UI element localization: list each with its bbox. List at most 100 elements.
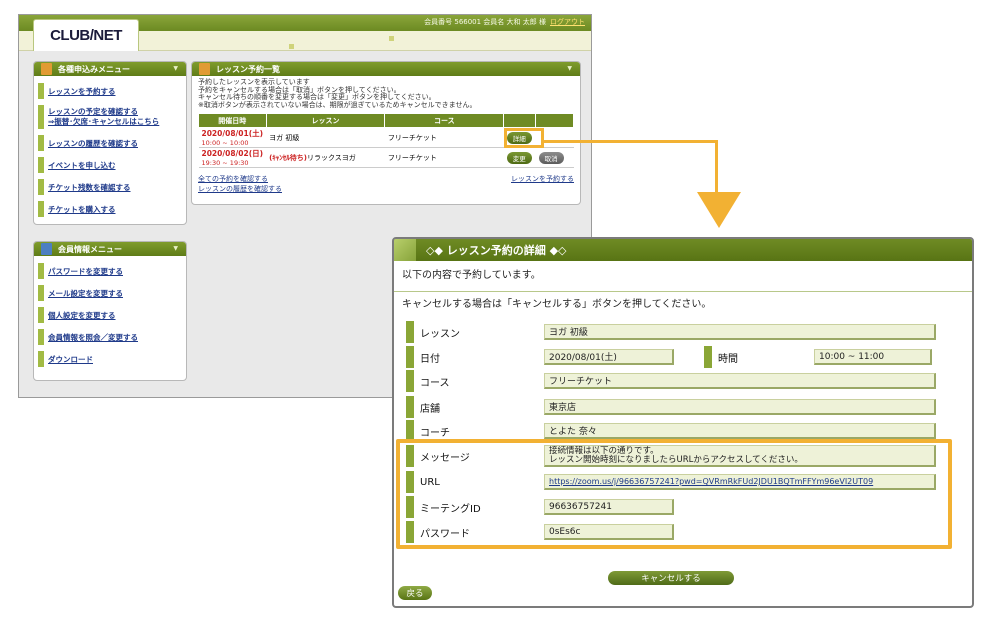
reserve-lesson-link[interactable]: レッスンを予約する <box>511 174 574 184</box>
decor-square <box>389 36 394 41</box>
field-label: URL <box>406 471 544 493</box>
password-value: 0sEs6c <box>544 524 674 540</box>
action-cell: 変更 <box>503 147 536 168</box>
field-label: 店舗 <box>406 396 544 418</box>
action-cell: 取消 <box>535 147 574 168</box>
menu-item-mail-settings[interactable]: メール設定を変更する <box>34 282 186 304</box>
course-value: フリーチケット <box>384 127 504 148</box>
menu-item-member-info[interactable]: 会員情報を照会／変更する <box>34 326 186 348</box>
field-row-date: 日付 2020/08/01(土) 時間 10:00 ~ 11:00 <box>406 346 932 368</box>
member-menu-panel: 会員情報メニュー ▼ パスワードを変更する メール設定を変更する 個人設定を変更… <box>33 241 187 381</box>
view-all-reservations-link[interactable]: 全ての予約を確認する <box>198 174 282 184</box>
menu-item-ticket-balance[interactable]: チケット残数を確認する <box>34 176 186 198</box>
date-value: 2020/08/01(土) <box>544 349 674 365</box>
menu-item-download[interactable]: ダウンロード <box>34 348 186 370</box>
menu-item-lesson-history[interactable]: レッスンの履歴を確認する <box>34 132 186 154</box>
apply-menu-panel: 各種申込みメニュー ▼ レッスンを予約する レッスンの予定を確認する ⇒振替･欠席… <box>33 61 187 225</box>
member-menu-title: 会員情報メニュー <box>58 244 122 254</box>
column-header-course: コース <box>384 113 505 128</box>
field-row-url: URL https://zoom.us/j/96636757241?pwd=QV… <box>406 471 936 493</box>
message-line: レッスン開始時刻になりましたらURLからアクセスしてください。 <box>549 454 803 465</box>
course-value: フリーチケット <box>544 373 936 389</box>
menu-item-line: ⇒振替･欠席･キャンセルはこちら <box>48 117 160 126</box>
back-button[interactable]: 戻る <box>398 586 432 600</box>
reservation-list-header: レッスン予約一覧 ▼ <box>192 62 580 76</box>
chevron-down-icon[interactable]: ▼ <box>173 245 178 252</box>
lesson-history-link[interactable]: レッスンの履歴を確認する <box>198 184 282 194</box>
arrow-down-icon <box>697 192 741 228</box>
date-cell: 2020/08/02(日) 19:30 ~ 19:30 <box>198 147 267 168</box>
course-value: フリーチケット <box>384 147 504 168</box>
time-value: 10:00 ~ 10:00 <box>201 139 249 147</box>
chevron-down-icon[interactable]: ▼ <box>173 65 178 72</box>
menu-book-icon <box>199 63 210 75</box>
menu-item-apply-event[interactable]: イベントを申し込む <box>34 154 186 176</box>
menu-item-line: レッスンの予定を確認する <box>48 107 138 116</box>
time-value: 10:00 ~ 11:00 <box>814 349 932 365</box>
field-label: レッスン <box>406 321 544 343</box>
detail-button-highlight <box>504 128 544 148</box>
menu-book-icon <box>41 63 52 75</box>
field-label: コース <box>406 370 544 392</box>
monitor-icon <box>41 243 52 255</box>
lesson-value: ヨガ 初級 <box>544 324 936 340</box>
date-value: 2020/08/01(土) <box>201 129 264 138</box>
lesson-value: リラックスヨガ <box>307 153 356 162</box>
reservation-list-title: レッスン予約一覧 <box>216 64 280 74</box>
cancel-reservation-button[interactable]: 取消 <box>538 151 564 164</box>
callout-connector <box>715 140 718 194</box>
field-label: 日付 <box>406 346 544 368</box>
menu-item-personal-settings[interactable]: 個人設定を変更する <box>34 304 186 326</box>
field-label: パスワード <box>406 521 544 543</box>
reservation-links: 全ての予約を確認する レッスンの履歴を確認する <box>198 174 282 194</box>
field-row-message: メッセージ 接続情報は以下の通りです。 レッスン開始時刻になりましたらURLからア… <box>406 445 936 467</box>
field-label: 時間 <box>704 346 814 368</box>
decor-square <box>289 44 294 49</box>
lesson-cell: (ｷｬﾝｾﾙ待ち)リラックスヨガ <box>266 147 385 168</box>
change-button[interactable]: 変更 <box>506 151 532 164</box>
menu-item-check-schedule[interactable]: レッスンの予定を確認する ⇒振替･欠席･キャンセルはこちら <box>34 102 186 132</box>
meeting-id-value: 96636757241 <box>544 499 674 515</box>
field-row-password: パスワード 0sEs6c <box>406 521 674 543</box>
field-label: メッセージ <box>406 445 544 467</box>
field-row-course: コース フリーチケット <box>406 370 936 392</box>
menu-item-reserve-lesson[interactable]: レッスンを予約する <box>34 80 186 102</box>
apply-menu-header: 各種申込みメニュー ▼ <box>34 62 186 76</box>
coach-value: とよた 奈々 <box>544 423 936 439</box>
logout-link[interactable]: ログアウト <box>550 18 585 26</box>
chevron-down-icon[interactable]: ▼ <box>567 65 572 72</box>
detail-header: ◇◆ レッスン予約の詳細 ◆◇ <box>394 239 972 261</box>
message-value: 接続情報は以下の通りです。 レッスン開始時刻になりましたらURLからアクセスしてく… <box>544 445 936 467</box>
field-label: ミーテングID <box>406 496 544 518</box>
column-header-empty <box>535 113 574 128</box>
time-value: 19:30 ~ 19:30 <box>201 159 249 167</box>
lesson-value: ヨガ 初級 <box>269 133 300 142</box>
table-header-row: 開催日時 レッスン コース <box>198 113 574 128</box>
member-info: 会員番号 566001 会員名 大和 太郎 様ログアウト <box>424 17 585 27</box>
intro-line: ※取消ボタンが表示されていない場合は、期限が過ぎているためキャンセルできません。 <box>198 100 477 109</box>
store-value: 東京店 <box>544 399 936 415</box>
member-info-text: 会員番号 566001 会員名 大和 太郎 様 <box>424 18 546 26</box>
cancel-button[interactable]: キャンセルする <box>608 571 734 585</box>
field-row-meeting-id: ミーテングID 96636757241 <box>406 496 674 518</box>
callout-connector <box>544 140 718 143</box>
date-value: 2020/08/02(日) <box>201 149 264 158</box>
lesson-cell: ヨガ 初級 <box>266 127 385 148</box>
apply-menu-title: 各種申込みメニュー <box>58 64 130 74</box>
zoom-url-link[interactable]: https://zoom.us/j/96636757241?pwd=QVRmRk… <box>544 474 936 490</box>
table-row: 2020/08/02(日) 19:30 ~ 19:30 (ｷｬﾝｾﾙ待ち)リラック… <box>198 147 574 168</box>
menu-item-change-password[interactable]: パスワードを変更する <box>34 260 186 282</box>
column-header-empty <box>503 113 537 128</box>
column-header-date: 開催日時 <box>198 113 267 128</box>
clubnet-logo[interactable]: CLUB/NET <box>33 19 139 51</box>
menu-item-buy-ticket[interactable]: チケットを購入する <box>34 198 186 220</box>
field-row-lesson: レッスン ヨガ 初級 <box>406 321 936 343</box>
column-header-lesson: レッスン <box>265 113 386 128</box>
member-menu-header: 会員情報メニュー ▼ <box>34 242 186 256</box>
detail-cancel-hint: キャンセルする場合は「キャンセルする」ボタンを押してください。 <box>394 291 972 313</box>
detail-intro: 以下の内容で予約しています。 <box>402 269 541 281</box>
reservation-intro: 予約したレッスンを表示しています 予約をキャンセルする場合は「取消」ボタンを押し… <box>192 76 580 111</box>
date-cell: 2020/08/01(土) 10:00 ~ 10:00 <box>198 127 267 148</box>
reservation-detail-window: ◇◆ レッスン予約の詳細 ◆◇ 以下の内容で予約しています。 キャンセルする場合… <box>392 237 974 608</box>
field-row-store: 店舗 東京店 <box>406 396 936 418</box>
